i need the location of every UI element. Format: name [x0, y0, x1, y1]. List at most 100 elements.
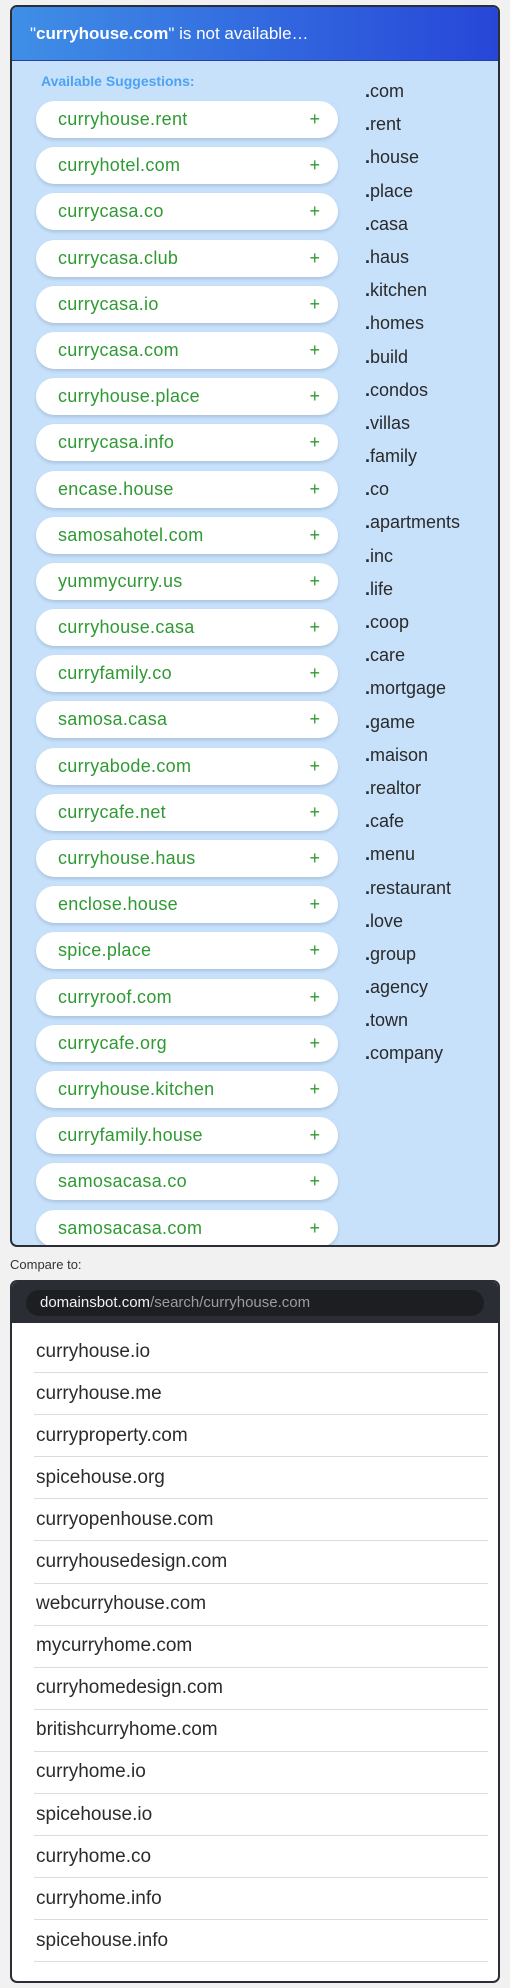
- compare-result-item[interactable]: mycurryhome.com: [34, 1626, 488, 1668]
- compare-result-item[interactable]: britishcurryhome.com: [34, 1710, 488, 1752]
- suggestion-item[interactable]: curryhouse.kitchen +: [36, 1070, 338, 1108]
- tld-item[interactable]: .agency: [365, 971, 460, 1004]
- tld-item[interactable]: .haus: [365, 241, 460, 274]
- add-icon[interactable]: +: [309, 1125, 320, 1146]
- compare-result-item[interactable]: webcurryhouse.com: [34, 1584, 488, 1626]
- add-icon[interactable]: +: [309, 479, 320, 500]
- tld-item[interactable]: .condos: [365, 374, 460, 407]
- suggestion-item[interactable]: samosacasa.com +: [36, 1209, 338, 1245]
- add-icon[interactable]: +: [309, 987, 320, 1008]
- suggestion-item[interactable]: curryhotel.com +: [36, 147, 338, 185]
- tld-label: realtor: [370, 777, 422, 798]
- compare-result-item[interactable]: curryhome.io: [34, 1752, 488, 1795]
- tld-item[interactable]: .kitchen: [365, 274, 460, 307]
- suggestion-item[interactable]: enclose.house +: [36, 886, 338, 924]
- suggestion-item[interactable]: encase.house +: [36, 470, 338, 508]
- tld-item[interactable]: .apartments: [365, 506, 460, 539]
- suggestion-item[interactable]: samosa.casa +: [36, 701, 338, 739]
- compare-result-item[interactable]: spicehouse.org: [34, 1457, 488, 1500]
- url-bar[interactable]: domainsbot.com/search/curryhouse.com: [26, 1289, 484, 1316]
- add-icon[interactable]: +: [309, 1171, 320, 1192]
- suggestion-item[interactable]: curryhouse.place +: [36, 378, 338, 416]
- tld-item[interactable]: .com: [365, 75, 460, 108]
- tld-item[interactable]: .company: [365, 1037, 460, 1070]
- tld-item[interactable]: .villas: [365, 407, 460, 440]
- tld-item[interactable]: .coop: [365, 606, 460, 639]
- compare-result-item[interactable]: spicehouse.info: [34, 1920, 488, 1963]
- tld-item[interactable]: .house: [365, 141, 460, 174]
- tld-item[interactable]: .rent: [365, 108, 460, 141]
- add-icon[interactable]: +: [309, 848, 320, 869]
- add-icon[interactable]: +: [309, 155, 320, 176]
- add-icon[interactable]: +: [309, 663, 320, 684]
- compare-result-item[interactable]: curryhousedesign.com: [34, 1541, 488, 1584]
- tld-item[interactable]: .maison: [365, 739, 460, 772]
- compare-result-item[interactable]: curryproperty.com: [34, 1415, 488, 1458]
- suggestion-item[interactable]: curryfamily.co +: [36, 655, 338, 693]
- tld-item[interactable]: .homes: [365, 307, 460, 340]
- suggestion-item[interactable]: currycasa.io +: [36, 285, 338, 323]
- compare-result-item[interactable]: curryhome.info: [34, 1878, 488, 1921]
- suggestion-domain: curryabode.com: [58, 755, 192, 776]
- compare-result-item[interactable]: spicehouse.io: [34, 1794, 488, 1837]
- suggestion-item[interactable]: spice.place +: [36, 932, 338, 970]
- suggestion-item[interactable]: currycafe.net +: [36, 793, 338, 831]
- add-icon[interactable]: +: [309, 894, 320, 915]
- tld-item[interactable]: .restaurant: [365, 872, 460, 905]
- tld-item[interactable]: .realtor: [365, 772, 460, 805]
- suggestion-item[interactable]: curryabode.com +: [36, 747, 338, 785]
- add-icon[interactable]: +: [309, 248, 320, 269]
- suggestion-item[interactable]: curryhouse.haus +: [36, 840, 338, 877]
- tld-item[interactable]: .group: [365, 938, 460, 971]
- add-icon[interactable]: +: [309, 756, 320, 777]
- tld-item[interactable]: .game: [365, 706, 460, 739]
- tld-item[interactable]: .co: [365, 473, 460, 506]
- add-icon[interactable]: +: [309, 294, 320, 315]
- add-icon[interactable]: +: [309, 1079, 320, 1100]
- add-icon[interactable]: +: [309, 802, 320, 823]
- add-icon[interactable]: +: [309, 571, 320, 592]
- tld-item[interactable]: .life: [365, 573, 460, 606]
- add-icon[interactable]: +: [309, 525, 320, 546]
- suggestion-item[interactable]: currycasa.co +: [36, 193, 338, 231]
- suggestion-item[interactable]: curryfamily.house +: [36, 1117, 338, 1155]
- compare-result-item[interactable]: curryhouse.me: [34, 1373, 488, 1416]
- tld-label: game: [370, 711, 416, 732]
- compare-result-item[interactable]: curryopenhouse.com: [34, 1499, 488, 1542]
- add-icon[interactable]: +: [309, 1218, 320, 1239]
- suggestion-item[interactable]: yummycurry.us +: [36, 562, 338, 600]
- suggestion-item[interactable]: samosacasa.co +: [36, 1163, 338, 1201]
- suggestion-item[interactable]: currycasa.com +: [36, 331, 338, 369]
- compare-result-item[interactable]: curryhomedesign.com: [34, 1668, 488, 1710]
- add-icon[interactable]: +: [309, 109, 320, 130]
- compare-result-item[interactable]: curryhouse.io: [34, 1331, 488, 1374]
- add-icon[interactable]: +: [309, 432, 320, 453]
- tld-item[interactable]: .care: [365, 639, 460, 672]
- add-icon[interactable]: +: [309, 1033, 320, 1054]
- add-icon[interactable]: +: [309, 940, 320, 961]
- add-icon[interactable]: +: [309, 201, 320, 222]
- suggestion-item[interactable]: curryhouse.casa +: [36, 609, 338, 647]
- tld-item[interactable]: .casa: [365, 208, 460, 241]
- suggestion-item[interactable]: currycasa.club +: [36, 239, 338, 277]
- add-icon[interactable]: +: [309, 386, 320, 407]
- suggestion-item[interactable]: curryroof.com +: [36, 978, 338, 1016]
- tld-item[interactable]: .place: [365, 175, 460, 208]
- add-icon[interactable]: +: [309, 340, 320, 361]
- tld-item[interactable]: .build: [365, 341, 460, 374]
- tld-item[interactable]: .love: [365, 905, 460, 938]
- tld-label: town: [370, 1010, 409, 1031]
- tld-item[interactable]: .menu: [365, 838, 460, 871]
- compare-result-item[interactable]: curryhome.co: [34, 1836, 488, 1879]
- tld-item[interactable]: .town: [365, 1004, 460, 1037]
- suggestion-item[interactable]: currycafe.org +: [36, 1024, 338, 1062]
- tld-item[interactable]: .family: [365, 440, 460, 473]
- tld-item[interactable]: .inc: [365, 540, 460, 573]
- suggestion-item[interactable]: currycasa.info +: [36, 424, 338, 462]
- add-icon[interactable]: +: [309, 709, 320, 730]
- suggestion-item[interactable]: curryhouse.rent +: [36, 101, 338, 138]
- tld-item[interactable]: .mortgage: [365, 672, 460, 705]
- tld-item[interactable]: .cafe: [365, 805, 460, 838]
- suggestion-item[interactable]: samosahotel.com +: [36, 516, 338, 554]
- add-icon[interactable]: +: [309, 617, 320, 638]
